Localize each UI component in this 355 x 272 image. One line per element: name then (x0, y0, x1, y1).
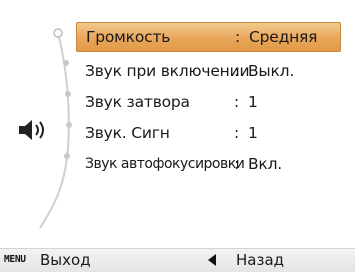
menu-item-colon: : (234, 61, 240, 80)
left-arrow-icon[interactable] (206, 253, 218, 267)
menu-item-colon: : (234, 92, 240, 111)
exit-label[interactable]: Выход (40, 251, 91, 269)
menu-item-value: Выкл. (248, 61, 295, 80)
menu-item-label: Звук автофокусировки (85, 155, 245, 172)
dial-dot (65, 91, 71, 97)
menu-item-shutter-sound[interactable]: Звук затвора : 1 (76, 86, 341, 117)
menu-item-value: 1 (248, 92, 258, 111)
menu-item-label: Звук при включении (85, 61, 250, 80)
menu-item-af-sound[interactable]: Звук автофокусировки : Вкл. (76, 148, 341, 179)
dial-dot (66, 122, 72, 128)
back-label[interactable]: Назад (236, 251, 284, 269)
menu-item-value: Вкл. (248, 154, 283, 173)
dial-dot (63, 60, 69, 66)
menu-item-beep-sound[interactable]: Звук. Сигн : 1 (76, 117, 341, 148)
menu-key-badge[interactable]: MENU (4, 254, 26, 265)
footer-bar: MENU Выход Назад (0, 248, 355, 272)
menu-item-volume[interactable]: Громкость : Средняя (76, 22, 341, 52)
sound-settings-menu: Громкость : Средняя Звук при включении :… (76, 22, 341, 179)
menu-item-label: Громкость (86, 28, 171, 46)
menu-item-colon: : (234, 154, 240, 173)
menu-item-label: Звук затвора (85, 92, 190, 111)
menu-item-value: 1 (248, 123, 258, 142)
menu-item-colon: : (235, 28, 241, 46)
dial-dot-top (53, 28, 63, 38)
menu-item-value: Средняя (249, 28, 318, 46)
dial-dot (64, 153, 70, 159)
menu-item-startup-sound[interactable]: Звук при включении : Выкл. (76, 55, 341, 86)
camera-sound-settings-screen: Громкость : Средняя Звук при включении :… (0, 0, 355, 272)
menu-item-label: Звук. Сигн (85, 123, 170, 142)
speaker-icon (19, 120, 44, 140)
menu-item-colon: : (234, 123, 240, 142)
